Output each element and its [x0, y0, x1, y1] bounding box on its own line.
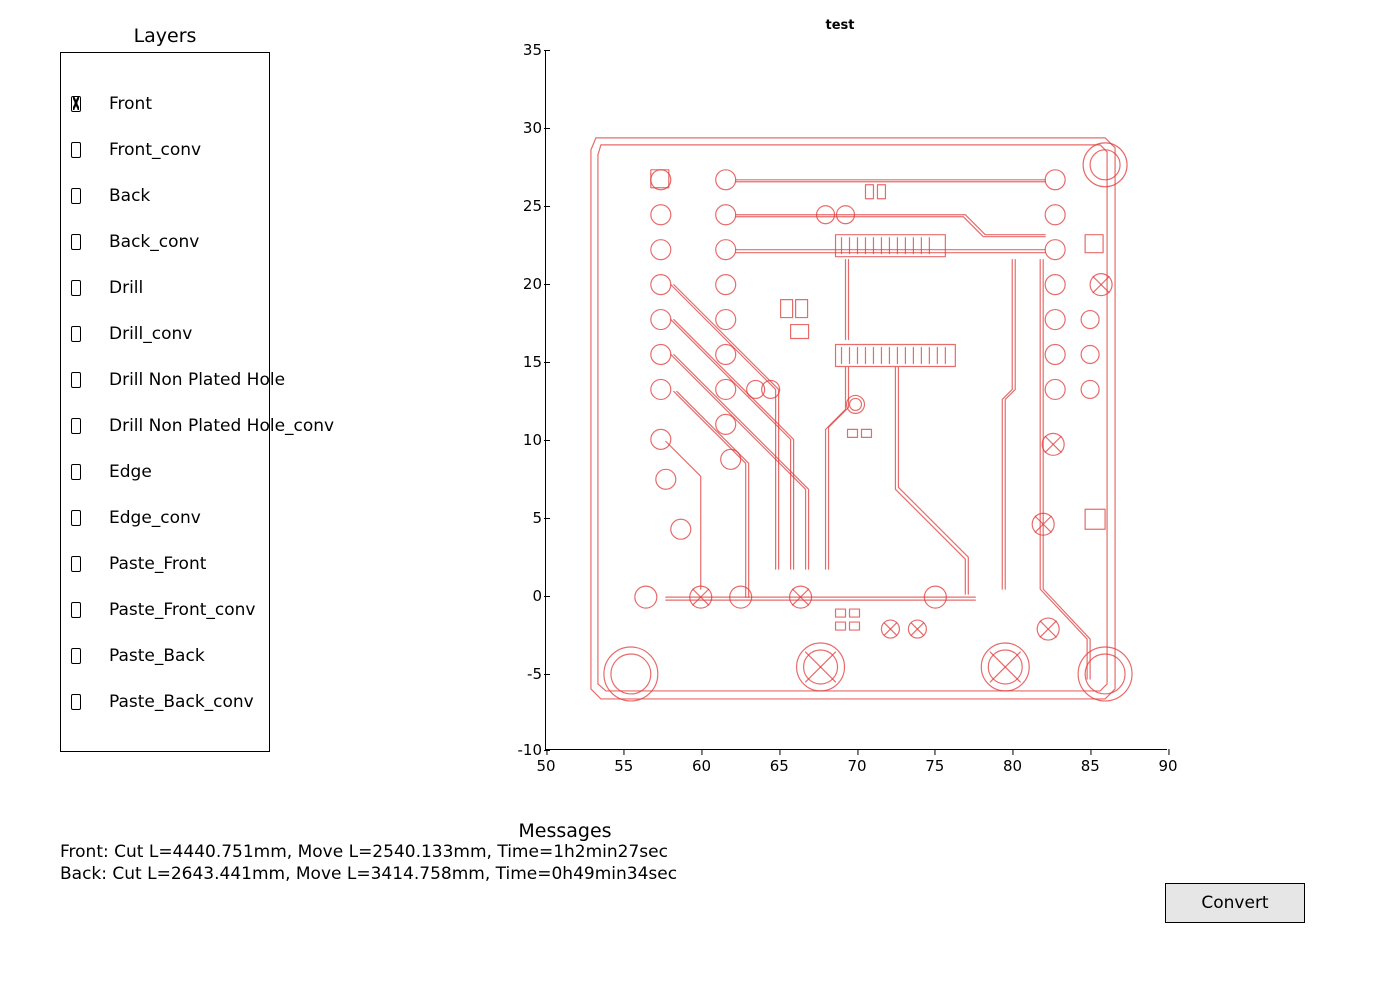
layer-item-front-conv[interactable]: Front_conv — [61, 127, 269, 173]
checkbox-icon[interactable] — [71, 96, 81, 112]
x-tick: 85 — [1081, 757, 1100, 775]
checkbox-icon[interactable] — [71, 418, 81, 434]
checkbox-icon[interactable] — [71, 280, 81, 296]
layer-label: Front_conv — [109, 140, 201, 160]
checkbox-icon[interactable] — [71, 188, 81, 204]
layer-label: Drill Non Plated Hole_conv — [109, 416, 334, 436]
layer-item-front[interactable]: Front — [61, 81, 269, 127]
x-tick: 60 — [692, 757, 711, 775]
plot-area: test 35 30 25 20 15 10 5 0 -5 -10 50 55 … — [495, 18, 1185, 768]
layer-label: Paste_Back_conv — [109, 692, 254, 712]
checkbox-icon[interactable] — [71, 234, 81, 250]
x-tick: 70 — [847, 757, 866, 775]
y-tick: 15 — [504, 353, 542, 371]
layer-label: Front — [109, 94, 152, 114]
checkbox-icon[interactable] — [71, 602, 81, 618]
layer-item-paste-back-conv[interactable]: Paste_Back_conv — [61, 679, 269, 725]
layer-item-paste-front[interactable]: Paste_Front — [61, 541, 269, 587]
y-tick: 30 — [504, 119, 542, 137]
layer-label: Edge_conv — [109, 508, 201, 528]
layer-item-edge[interactable]: Edge — [61, 449, 269, 495]
checkbox-icon[interactable] — [71, 648, 81, 664]
layer-label: Back_conv — [109, 232, 199, 252]
y-tick: 10 — [504, 431, 542, 449]
x-tick: 80 — [1003, 757, 1022, 775]
layer-item-drill-nph[interactable]: Drill Non Plated Hole — [61, 357, 269, 403]
x-tick: 75 — [925, 757, 944, 775]
checkbox-icon[interactable] — [71, 326, 81, 342]
x-tick: 65 — [770, 757, 789, 775]
x-tick: 50 — [536, 757, 555, 775]
convert-button[interactable]: Convert — [1165, 883, 1305, 923]
layer-label: Paste_Front — [109, 554, 206, 574]
layer-item-back-conv[interactable]: Back_conv — [61, 219, 269, 265]
x-tick: 55 — [614, 757, 633, 775]
checkbox-icon[interactable] — [71, 694, 81, 710]
layers-title: Layers — [60, 25, 270, 47]
plot-title: test — [495, 18, 1185, 33]
y-tick: 20 — [504, 275, 542, 293]
layer-item-edge-conv[interactable]: Edge_conv — [61, 495, 269, 541]
checkbox-icon[interactable] — [71, 372, 81, 388]
layer-label: Edge — [109, 462, 152, 482]
messages-title: Messages — [60, 820, 1070, 842]
layer-label: Drill — [109, 278, 143, 298]
messages-body: Front: Cut L=4440.751mm, Move L=2540.133… — [60, 842, 1070, 886]
y-tick: 25 — [504, 197, 542, 215]
layer-item-drill-nph-conv[interactable]: Drill Non Plated Hole_conv — [61, 403, 269, 449]
message-line: Front: Cut L=4440.751mm, Move L=2540.133… — [60, 842, 1070, 864]
layers-list: Front Front_conv Back Back_conv Drill Dr… — [60, 52, 270, 752]
y-tick: -5 — [504, 665, 542, 683]
checkbox-icon[interactable] — [71, 142, 81, 158]
pcb-traces — [546, 50, 1167, 749]
message-line: Back: Cut L=2643.441mm, Move L=3414.758m… — [60, 864, 1070, 886]
checkbox-icon[interactable] — [71, 464, 81, 480]
y-tick: 35 — [504, 41, 542, 59]
layer-label: Back — [109, 186, 150, 206]
layer-label: Paste_Front_conv — [109, 600, 255, 620]
layer-item-drill[interactable]: Drill — [61, 265, 269, 311]
layer-item-paste-front-conv[interactable]: Paste_Front_conv — [61, 587, 269, 633]
layer-label: Drill Non Plated Hole — [109, 370, 285, 390]
plot-axes[interactable]: 35 30 25 20 15 10 5 0 -5 -10 50 55 60 65… — [545, 50, 1167, 750]
layer-item-drill-conv[interactable]: Drill_conv — [61, 311, 269, 357]
checkbox-icon[interactable] — [71, 510, 81, 526]
y-tick: 0 — [504, 587, 542, 605]
layer-item-paste-back[interactable]: Paste_Back — [61, 633, 269, 679]
layer-item-back[interactable]: Back — [61, 173, 269, 219]
layer-label: Drill_conv — [109, 324, 192, 344]
x-tick: 90 — [1158, 757, 1177, 775]
y-tick: 5 — [504, 509, 542, 527]
checkbox-icon[interactable] — [71, 556, 81, 572]
layer-label: Paste_Back — [109, 646, 205, 666]
